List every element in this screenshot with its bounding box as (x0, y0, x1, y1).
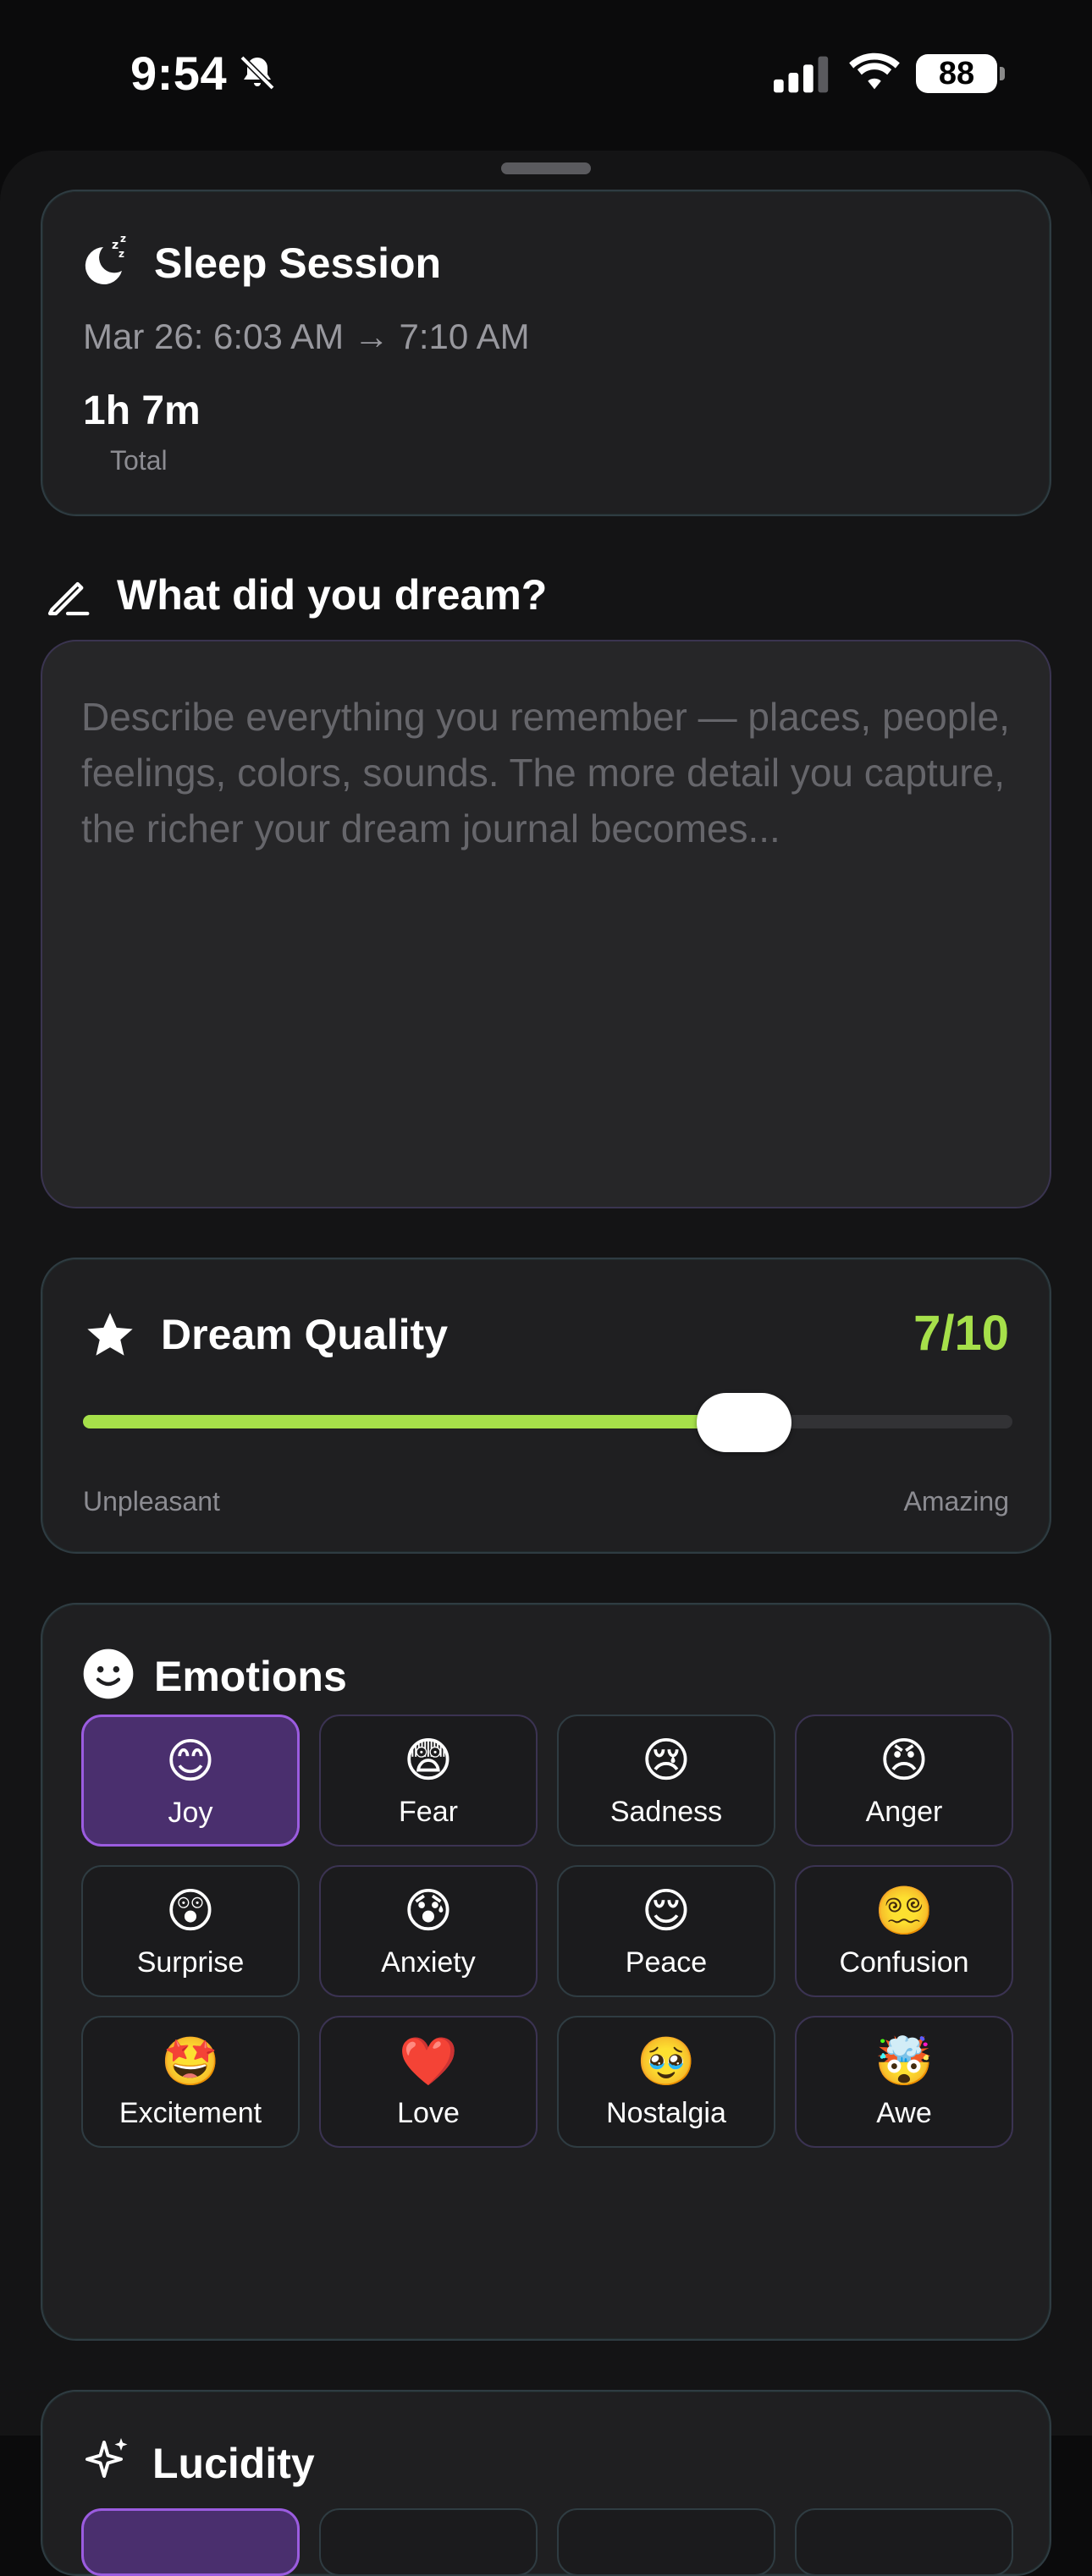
emotion-emoji-icon: 😵‍💫 (874, 1884, 934, 1937)
svg-text:z: z (119, 248, 124, 260)
emotion-label: Joy (168, 1797, 213, 1829)
sleep-duration: 1h 7m (83, 388, 201, 433)
emotion-chip-love[interactable]: ❤️ Love (319, 2016, 538, 2148)
slider-thumb[interactable] (697, 1393, 792, 1452)
emotion-emoji-icon: 🥹 (637, 2034, 696, 2088)
lucidity-option[interactable] (81, 2508, 300, 2576)
emotion-emoji-icon: 🤯 (874, 2034, 934, 2088)
lucidity-option[interactable] (557, 2508, 775, 2576)
emotion-chip-fear[interactable]: 😨 Fear (319, 1715, 538, 1847)
emotion-label: Peace (625, 1946, 708, 1979)
emotion-label: Excitement (119, 2097, 262, 2129)
bell-slash-icon (240, 55, 275, 91)
emotion-label: Confusion (839, 1946, 969, 1979)
emotion-emoji-icon: ❤️ (399, 2034, 458, 2088)
slider-fill (83, 1415, 745, 1428)
lucidity-title: Lucidity (152, 2440, 315, 2487)
emotion-emoji-icon: 😌 (641, 1884, 692, 1937)
lucidity-card: Lucidity (41, 2390, 1051, 2576)
status-time: 9:54 (130, 47, 228, 100)
emotion-chip-awe[interactable]: 🤯 Awe (795, 2016, 1013, 2148)
svg-text:z: z (112, 239, 119, 252)
emotion-chip-joy[interactable]: 😊 Joy (81, 1715, 300, 1847)
emotion-grid: 😊 Joy 😨 Fear 😢 Sadness 😠 Anger 😲 Surprise 😰 Anxiety… (81, 1715, 1013, 2148)
emotion-chip-confusion[interactable]: 😵‍💫 Confusion (795, 1865, 1013, 1997)
emotion-chip-peace[interactable]: 😌 Peace (557, 1865, 775, 1997)
smiley-face-icon (83, 1649, 134, 1699)
lucidity-option[interactable] (795, 2508, 1013, 2576)
emotion-emoji-icon: 😨 (403, 1733, 454, 1786)
emotion-label: Awe (876, 2097, 932, 2129)
emotion-emoji-icon: 🤩 (161, 2034, 220, 2088)
dream-description-input[interactable] (41, 640, 1051, 1208)
lucidity-option[interactable] (319, 2508, 538, 2576)
emotion-chip-surprise[interactable]: 😲 Surprise (81, 1865, 300, 1997)
status-bar: 9:54 88 (0, 0, 1092, 144)
moon-zzz-icon: z z z (85, 234, 126, 284)
emotion-emoji-icon: 😰 (403, 1884, 454, 1937)
emotions-card: Emotions 😊 Joy 😨 Fear 😢 Sadness 😠 Anger 😲 Surpris… (41, 1603, 1051, 2341)
sheet: z z z Sleep Session Mar 26: 6:03 AM → 7:… (0, 151, 1092, 2576)
emotion-label: Nostalgia (606, 2097, 726, 2129)
emotion-chip-sadness[interactable]: 😢 Sadness (557, 1715, 775, 1847)
emotion-label: Anger (865, 1796, 943, 1828)
emotion-label: Fear (399, 1796, 458, 1828)
emotion-chip-anger[interactable]: 😠 Anger (795, 1715, 1013, 1847)
svg-text:z: z (120, 234, 126, 245)
dream-quality-title: Dream Quality (161, 1311, 449, 1358)
sleep-session-title: Sleep Session (154, 239, 442, 287)
dream-quality-slider[interactable] (83, 1393, 1012, 1452)
emotion-label: Anxiety (381, 1946, 476, 1979)
sleep-duration-label: Total (110, 445, 168, 476)
emotion-chip-anxiety[interactable]: 😰 Anxiety (319, 1865, 538, 1997)
emotion-label: Surprise (136, 1946, 245, 1979)
sleep-session-card: z z z Sleep Session Mar 26: 6:03 AM → 7:… (41, 190, 1051, 516)
wifi-icon (849, 52, 900, 90)
sheet-grabber[interactable] (501, 162, 591, 174)
dream-quality-value: 7/10 (913, 1306, 1009, 1361)
emotion-emoji-icon: 😠 (879, 1733, 929, 1786)
emotion-emoji-icon: 😊 (165, 1734, 216, 1787)
pencil-icon (47, 581, 90, 616)
quality-high-label: Amazing (903, 1486, 1010, 1516)
dream-quality-card: Dream Quality 7/10 Unpleasant Amazing (41, 1258, 1051, 1554)
quality-low-label: Unpleasant (83, 1486, 220, 1516)
emotion-chip-nostalgia[interactable]: 🥹 Nostalgia (557, 2016, 775, 2148)
sleep-time-range: Mar 26: 6:03 AM → 7:10 AM (83, 316, 530, 356)
star-icon (87, 1313, 133, 1356)
battery-indicator: 88 (916, 54, 1005, 93)
emotion-chip-excitement[interactable]: 🤩 Excitement (81, 2016, 300, 2148)
dream-entry-heading: What did you dream? (117, 571, 548, 619)
emotion-label: Love (397, 2097, 460, 2129)
cellular-signal-icon (774, 56, 829, 93)
sparkles-icon (85, 2438, 128, 2478)
emotions-title: Emotions (154, 1653, 347, 1700)
emotion-emoji-icon: 😲 (165, 1884, 216, 1937)
emotion-label: Sadness (609, 1796, 723, 1828)
emotion-emoji-icon: 😢 (641, 1733, 692, 1786)
